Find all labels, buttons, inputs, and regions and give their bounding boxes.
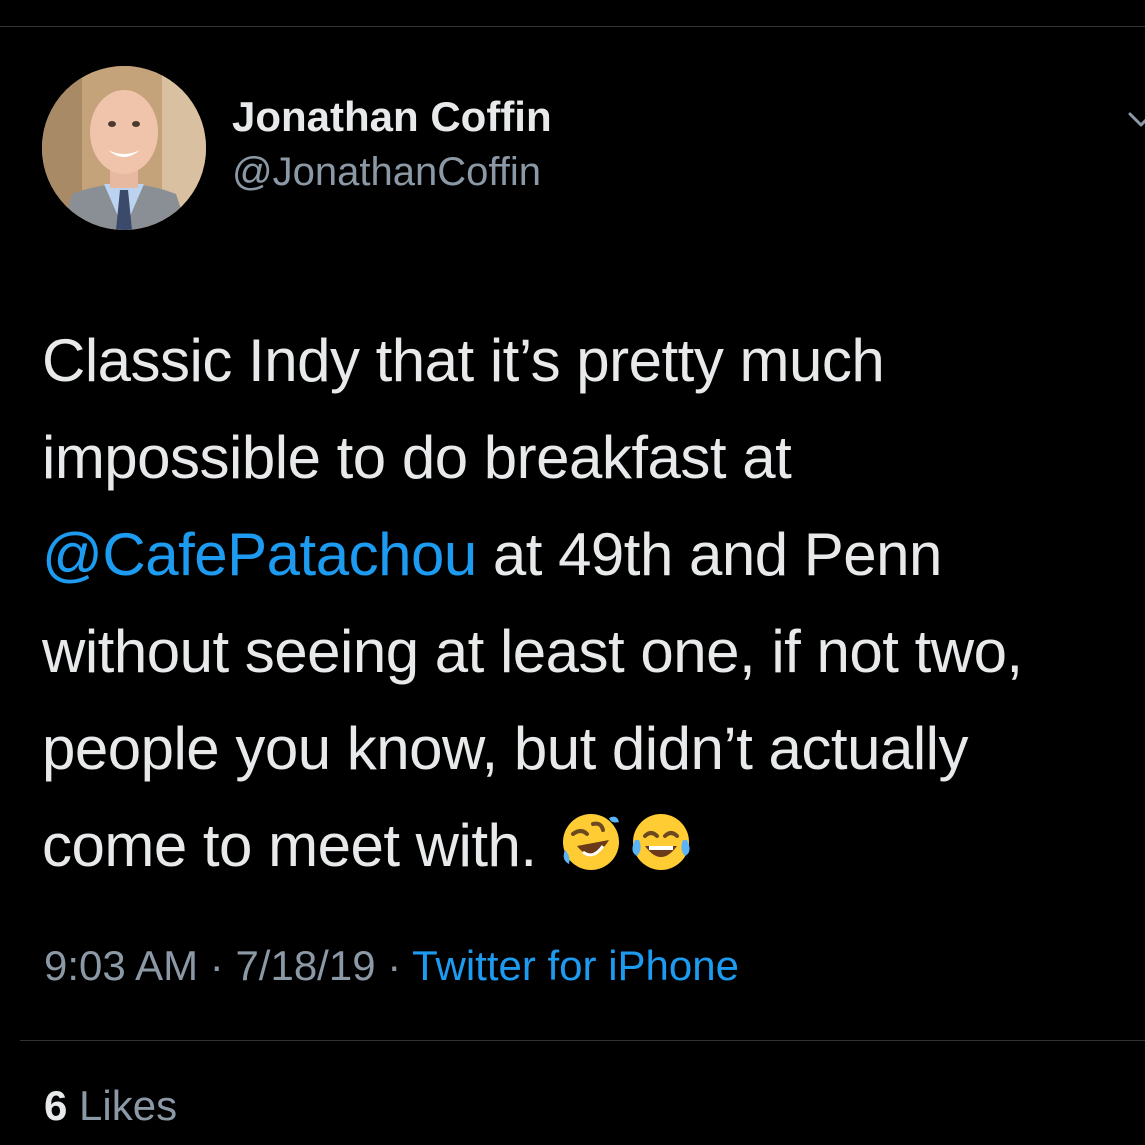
tweet-line: @CafePatachou at 49th and Penn bbox=[42, 506, 1122, 603]
chevron-down-icon[interactable] bbox=[1126, 104, 1145, 134]
tweet-line: without seeing at least one, if not two, bbox=[42, 618, 1023, 685]
tweet-line-text: come to meet with. bbox=[42, 812, 553, 879]
author-handle[interactable]: @JonathanCoffin bbox=[232, 150, 541, 195]
tweet-line: people you know, but didn’t actually bbox=[42, 715, 968, 782]
source-link[interactable]: Twitter for iPhone bbox=[412, 942, 739, 989]
likes-stat[interactable]: 6 Likes bbox=[44, 1082, 177, 1130]
tweet-line: come to meet with. bbox=[42, 797, 1122, 894]
avatar[interactable] bbox=[42, 66, 206, 230]
tweet-time: 9:03 AM bbox=[44, 942, 199, 989]
tweet-date: 7/18/19 bbox=[235, 942, 376, 989]
tweet-meta: 9:03 AM · 7/18/19 · Twitter for iPhone bbox=[44, 942, 739, 990]
tweet-line: impossible to do breakfast at bbox=[42, 424, 792, 491]
separator: · bbox=[198, 942, 236, 989]
likes-count: 6 bbox=[44, 1082, 68, 1129]
tweet-text: Classic Indy that it’s pretty much impos… bbox=[42, 312, 1122, 894]
rolling-on-floor-laughing-emoji bbox=[562, 814, 619, 870]
mention-link[interactable]: @CafePatachou bbox=[42, 521, 477, 588]
tweet-line-text: at 49th and Penn bbox=[476, 521, 943, 588]
tears-of-joy-emoji bbox=[632, 814, 690, 870]
top-divider bbox=[0, 26, 1145, 27]
avatar-photo bbox=[42, 66, 206, 230]
bottom-divider bbox=[20, 1040, 1145, 1041]
author-name[interactable]: Jonathan Coffin bbox=[232, 93, 552, 141]
separator: · bbox=[375, 942, 413, 989]
tweet-line: Classic Indy that it’s pretty much bbox=[42, 327, 885, 394]
likes-label: Likes bbox=[67, 1082, 178, 1129]
